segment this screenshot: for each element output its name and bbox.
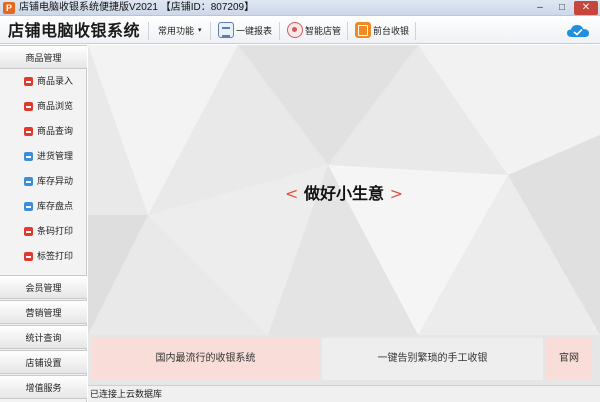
sidebar-section-statistics-query[interactable]: 统计查询 <box>0 325 87 349</box>
status-bar: 已连接上云数据库 <box>88 385 600 402</box>
red-arrow-icon <box>24 227 33 236</box>
slogan-left-bracket: < <box>285 184 299 203</box>
minimize-button[interactable]: – <box>530 1 550 15</box>
sidebar: 商品管理 商品录入 商品浏览 商品查询 进货管理 库存异动 库存盘点 条码打印 … <box>0 45 87 402</box>
toolbar: 店铺电脑收银系统 常用功能 ▾ 一键报表 智能店管 前台收银 <box>0 17 600 44</box>
title-bar: P 店铺电脑收银系统便捷版V2021 【店铺ID：807209】 – □ ✕ <box>0 0 600 16</box>
app-logo-icon: P <box>3 2 15 14</box>
sidebar-item-product-browse[interactable]: 商品浏览 <box>37 98 73 114</box>
sidebar-item-product-query[interactable]: 商品查询 <box>37 123 73 139</box>
toolbar-divider <box>279 22 280 40</box>
slogan: < 做好小生意 > <box>88 180 600 204</box>
blue-arrow-icon <box>24 202 33 211</box>
cashier-icon[interactable] <box>355 22 371 38</box>
slogan-text: 做好小生意 <box>303 184 384 203</box>
banner-no-manual-cashier[interactable]: 一键告别繁琐的手工收银 <box>322 338 543 380</box>
sidebar-section-marketing-management[interactable]: 营销管理 <box>0 300 87 324</box>
toolbar-divider <box>148 22 149 40</box>
sidebar-item-label-print[interactable]: 标签打印 <box>37 248 73 264</box>
sidebar-section-value-added-services[interactable]: 增值服务 <box>0 375 87 399</box>
close-button[interactable]: ✕ <box>574 1 598 15</box>
red-arrow-icon <box>24 252 33 261</box>
red-arrow-icon <box>24 102 33 111</box>
red-arrow-icon <box>24 127 33 136</box>
report-icon[interactable] <box>218 22 234 38</box>
blue-arrow-icon <box>24 152 33 161</box>
sidebar-item-barcode-print[interactable]: 条码打印 <box>37 223 73 239</box>
maximize-button[interactable]: □ <box>552 1 572 15</box>
one-click-report-button[interactable]: 一键报表 <box>236 22 272 40</box>
connection-status: 已连接上云数据库 <box>90 389 163 399</box>
red-arrow-icon <box>24 77 33 86</box>
official-website-link[interactable]: 官网 <box>546 338 592 380</box>
sidebar-section-product-management[interactable]: 商品管理 <box>0 45 87 69</box>
sidebar-item-product-entry[interactable]: 商品录入 <box>37 73 73 89</box>
toolbar-divider <box>210 22 211 40</box>
toolbar-divider <box>347 22 348 40</box>
sidebar-item-stock-change[interactable]: 库存异动 <box>37 173 73 189</box>
brain-icon[interactable] <box>287 22 303 38</box>
sidebar-section-store-settings[interactable]: 店铺设置 <box>0 350 87 374</box>
common-functions-menu[interactable]: 常用功能 <box>158 22 194 40</box>
sidebar-section-member-management[interactable]: 会员管理 <box>0 275 87 299</box>
cloud-check-icon[interactable] <box>566 24 590 38</box>
window-title: 店铺电脑收银系统便捷版V2021 【店铺ID：807209】 <box>19 2 255 13</box>
slogan-right-bracket: > <box>389 184 403 203</box>
blue-arrow-icon <box>24 177 33 186</box>
main-panel: < 做好小生意 > 国内最流行的收银系统 一键告别繁琐的手工收银 官网 <box>88 45 600 385</box>
toolbar-divider <box>415 22 416 40</box>
smart-store-button[interactable]: 智能店管 <box>305 22 341 40</box>
banner-popular-system[interactable]: 国内最流行的收银系统 <box>92 338 319 380</box>
sidebar-item-stock-count[interactable]: 库存盘点 <box>37 198 73 214</box>
brand-title: 店铺电脑收银系统 <box>8 21 141 40</box>
chevron-down-icon[interactable]: ▾ <box>198 22 202 40</box>
sidebar-item-purchase-management[interactable]: 进货管理 <box>37 148 73 164</box>
front-cashier-button[interactable]: 前台收银 <box>373 22 409 40</box>
